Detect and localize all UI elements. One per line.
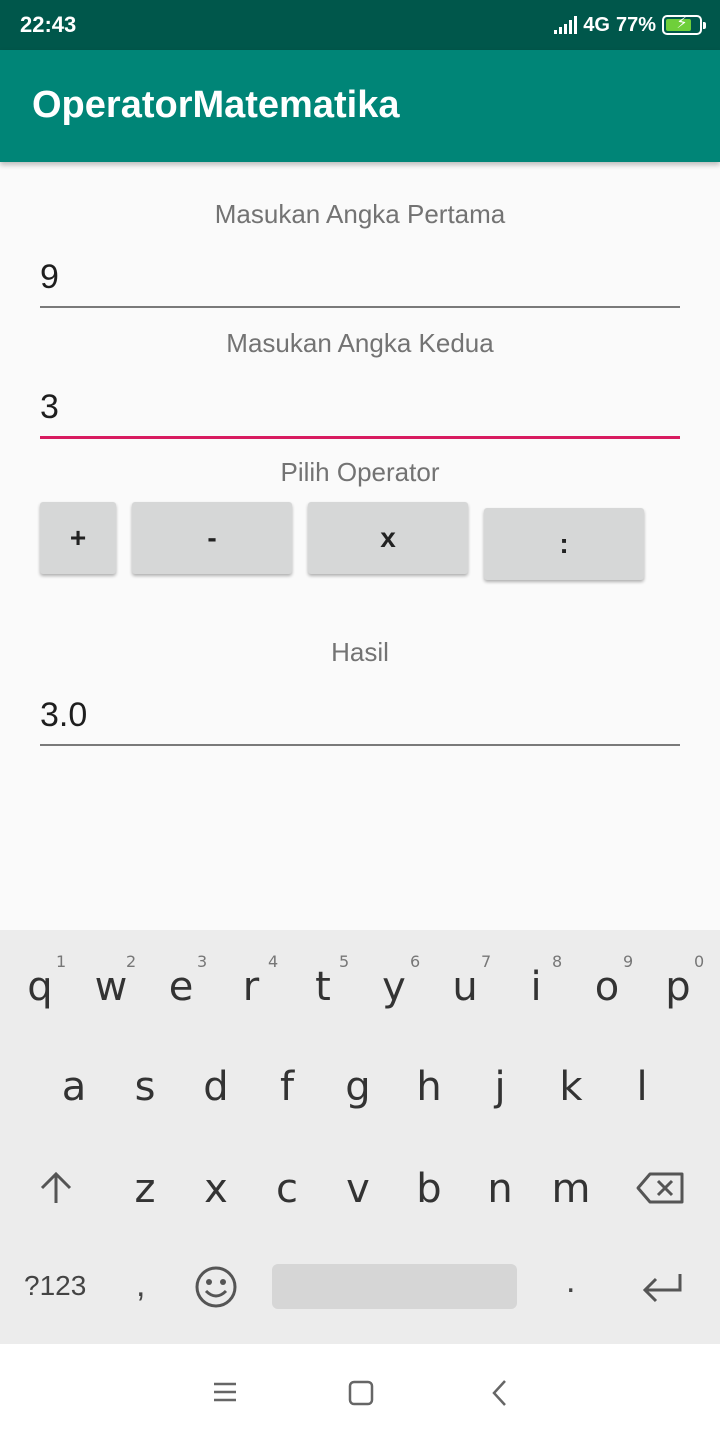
result-field: 3.0 — [40, 692, 680, 746]
key-b[interactable]: b — [399, 1166, 459, 1212]
key-g[interactable]: g — [328, 1064, 388, 1110]
network-type: 4G — [583, 13, 610, 36]
emoji-icon[interactable] — [194, 1265, 238, 1309]
key-hint-0: 0 — [694, 952, 705, 971]
period-key[interactable]: . — [566, 1262, 575, 1301]
key-c[interactable]: c — [257, 1166, 317, 1212]
key-z[interactable]: z — [115, 1166, 175, 1212]
key-m[interactable]: m — [541, 1166, 601, 1212]
key-f[interactable]: f — [257, 1064, 317, 1110]
symbols-key[interactable]: ?123 — [24, 1270, 86, 1302]
key-hint-9: 9 — [623, 952, 634, 971]
key-hint-7: 7 — [481, 952, 492, 971]
status-time: 22:43 — [20, 12, 77, 37]
result-value: 3.0 — [40, 696, 88, 734]
result-label: Hasil — [331, 637, 389, 667]
signal-icon — [554, 16, 578, 34]
status-bar: 22:43 4G 77% ⚡ — [0, 0, 720, 50]
key-hint-1: 1 — [56, 952, 67, 971]
home-icon[interactable] — [348, 1380, 374, 1406]
multiply-button[interactable]: x — [308, 502, 468, 574]
battery-icon: ⚡ — [662, 15, 706, 35]
app-bar: OperatorMatematika — [0, 50, 720, 162]
key-n[interactable]: n — [470, 1166, 530, 1212]
shift-icon[interactable] — [38, 1170, 74, 1206]
key-hint-8: 8 — [552, 952, 563, 971]
enter-icon[interactable] — [640, 1270, 684, 1304]
key-d[interactable]: d — [186, 1064, 246, 1110]
app-title: OperatorMatematika — [32, 84, 400, 126]
backspace-icon[interactable] — [636, 1170, 686, 1206]
second-number-input[interactable]: 3 — [40, 384, 680, 439]
key-hint-4: 4 — [268, 952, 279, 971]
key-j[interactable]: j — [470, 1064, 530, 1110]
status-indicators: 4G 77% ⚡ — [554, 12, 706, 38]
charging-icon: ⚡ — [676, 15, 688, 32]
key-v[interactable]: v — [328, 1166, 388, 1212]
back-icon[interactable] — [490, 1378, 510, 1408]
menu-icon[interactable] — [212, 1380, 238, 1404]
first-number-value: 9 — [40, 258, 59, 296]
space-key[interactable] — [272, 1264, 517, 1309]
key-hint-3: 3 — [197, 952, 208, 971]
key-hint-5: 5 — [339, 952, 350, 971]
key-hint-2: 2 — [126, 952, 137, 971]
key-hint-6: 6 — [410, 952, 421, 971]
battery-percent: 77% — [615, 13, 656, 36]
first-number-input[interactable]: 9 — [40, 254, 680, 308]
key-s[interactable]: s — [115, 1064, 175, 1110]
key-x[interactable]: x — [186, 1166, 246, 1212]
operator-label: Pilih Operator — [280, 457, 440, 487]
subtract-button[interactable]: - — [132, 502, 292, 574]
key-h[interactable]: h — [399, 1064, 459, 1110]
second-number-label: Masukan Angka Kedua — [226, 328, 494, 358]
second-number-value: 3 — [40, 388, 59, 426]
first-number-label: Masukan Angka Pertama — [214, 199, 506, 229]
divide-button[interactable]: : — [484, 508, 644, 580]
navigation-bar — [0, 1344, 720, 1440]
key-l[interactable]: l — [612, 1064, 672, 1110]
soft-keyboard: q w e r t y u i o p 1 2 3 4 5 6 7 8 9 0 … — [0, 930, 720, 1344]
comma-key[interactable]: , — [136, 1266, 145, 1305]
key-a[interactable]: a — [44, 1064, 104, 1110]
key-k[interactable]: k — [541, 1064, 601, 1110]
add-button[interactable]: + — [40, 502, 116, 574]
